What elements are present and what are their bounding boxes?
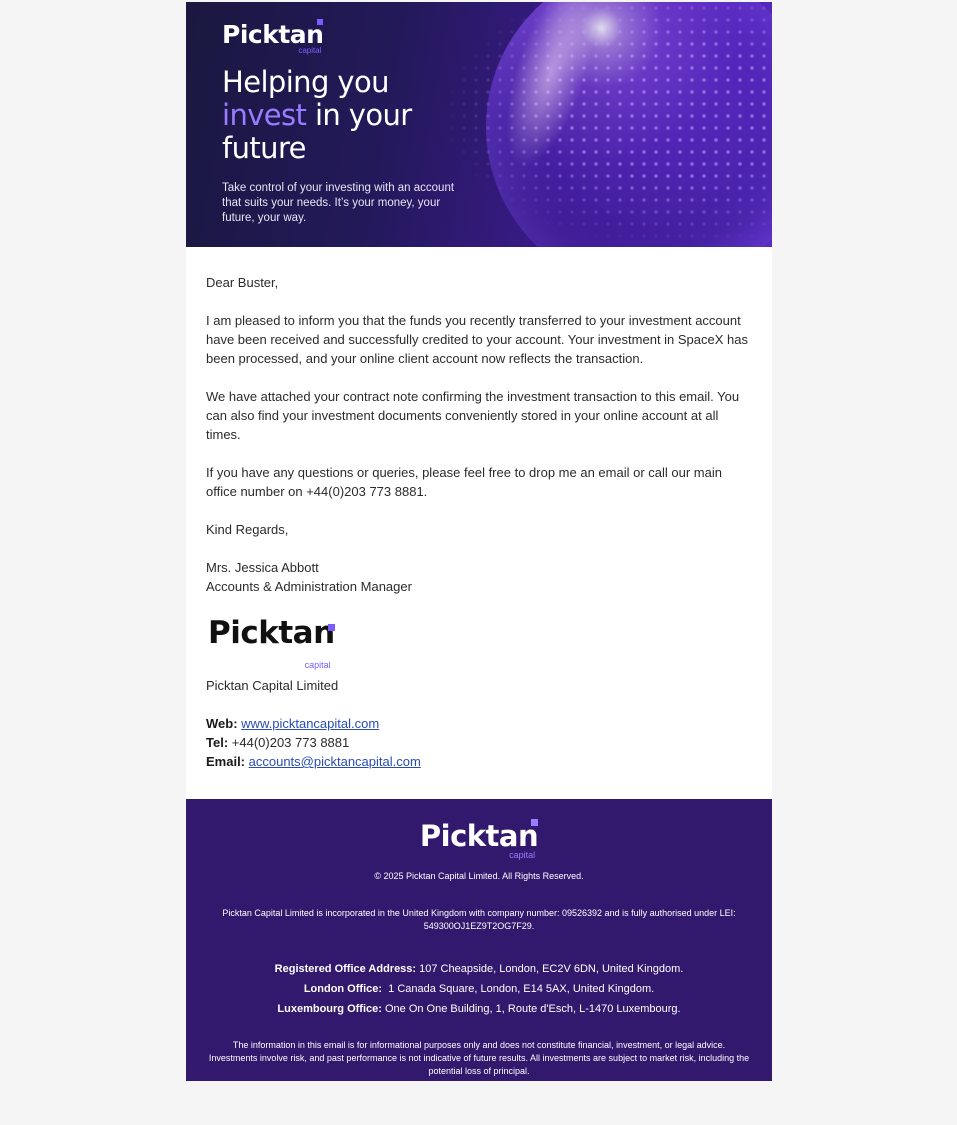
logo-subtext: capital [509,850,536,860]
web-label: Web: [206,716,238,731]
header-logo: Picktan capital [222,19,324,55]
signature-logo: Picktan capital [208,618,335,671]
london-office-value: 1 Canada Square, London, E14 5AX, United… [382,983,655,995]
logo-wordmark: Picktan [419,819,539,853]
contact-tel: Tel: +44(0)203 773 8881 [206,733,752,752]
london-office-label: London Office: [303,983,383,995]
logo-wordmark: Picktan [222,20,324,49]
paragraph-contract-note: We have attached your contract note conf… [206,389,740,442]
closing: Kind Regards, [206,522,289,537]
legal-notice: Picktan Capital Limited is incorporated … [222,908,736,931]
registered-office: Registered Office Address: 107 Cheapside… [208,959,750,979]
email-label: Email: [206,754,246,769]
logo-square-icon [317,19,324,25]
logo-square-icon [327,624,335,631]
header-banner: Picktan capital Helping you invest in yo… [186,2,772,247]
signature-name: Mrs. Jessica Abbott [206,560,319,575]
logo-subtext: capital [298,46,322,55]
headline-line-2: in your [306,98,412,132]
tel-label: Tel: [206,735,229,750]
contact-web: Web: www.picktancapital.com [206,714,752,733]
disclaimer: The information in this email is for inf… [208,1040,750,1076]
office-addresses: Registered Office Address: 107 Cheapside… [208,959,750,1019]
signature-title: Accounts & Administration Manager [206,579,412,594]
company-name: Picktan Capital Limited [206,678,339,693]
paragraph-funds-received: I am pleased to inform you that the fund… [206,313,748,366]
luxembourg-office-label: Luxembourg Office: [277,1003,382,1015]
footer-logo: Picktan capital [419,819,539,860]
email-footer: Picktan capital © 2025 Picktan Capital L… [186,799,772,1081]
banner-headline: Helping you invest in your future [222,66,412,165]
registered-office-label: Registered Office Address: [274,963,417,975]
luxembourg-office: Luxembourg Office: One On One Building, … [208,999,750,1019]
headline-accent-word: invest [222,98,307,132]
contact-email: Email: accounts@picktancapital.com [206,752,752,771]
logo-wordmark: Picktan [208,615,335,651]
email-link[interactable]: accounts@picktancapital.com [249,754,421,769]
email-body: Dear Buster, I am pleased to inform you … [186,247,772,799]
greeting: Dear Buster, [206,275,279,290]
email-message: Picktan capital Helping you invest in yo… [186,2,772,1081]
logo-subtext: capital [304,660,331,670]
web-link[interactable]: www.picktancapital.com [241,716,379,731]
luxembourg-office-value: One On One Building, 1, Route d'Esch, L-… [381,1003,681,1015]
logo-square-icon [531,819,539,826]
headline-line-1: Helping you [222,65,389,99]
registered-office-value: 107 Cheapside, London, EC2V 6DN, United … [416,963,684,975]
paragraph-contact: If you have any questions or queries, pl… [206,465,722,499]
tel-value: +44(0)203 773 8881 [231,735,350,750]
banner-tagline: Take control of your investing with an a… [222,182,455,224]
copyright: © 2025 Picktan Capital Limited. All Righ… [374,871,584,881]
london-office: London Office: 1 Canada Square, London, … [208,979,750,999]
headline-line-3: future [222,131,306,165]
dot-pattern [446,2,772,247]
